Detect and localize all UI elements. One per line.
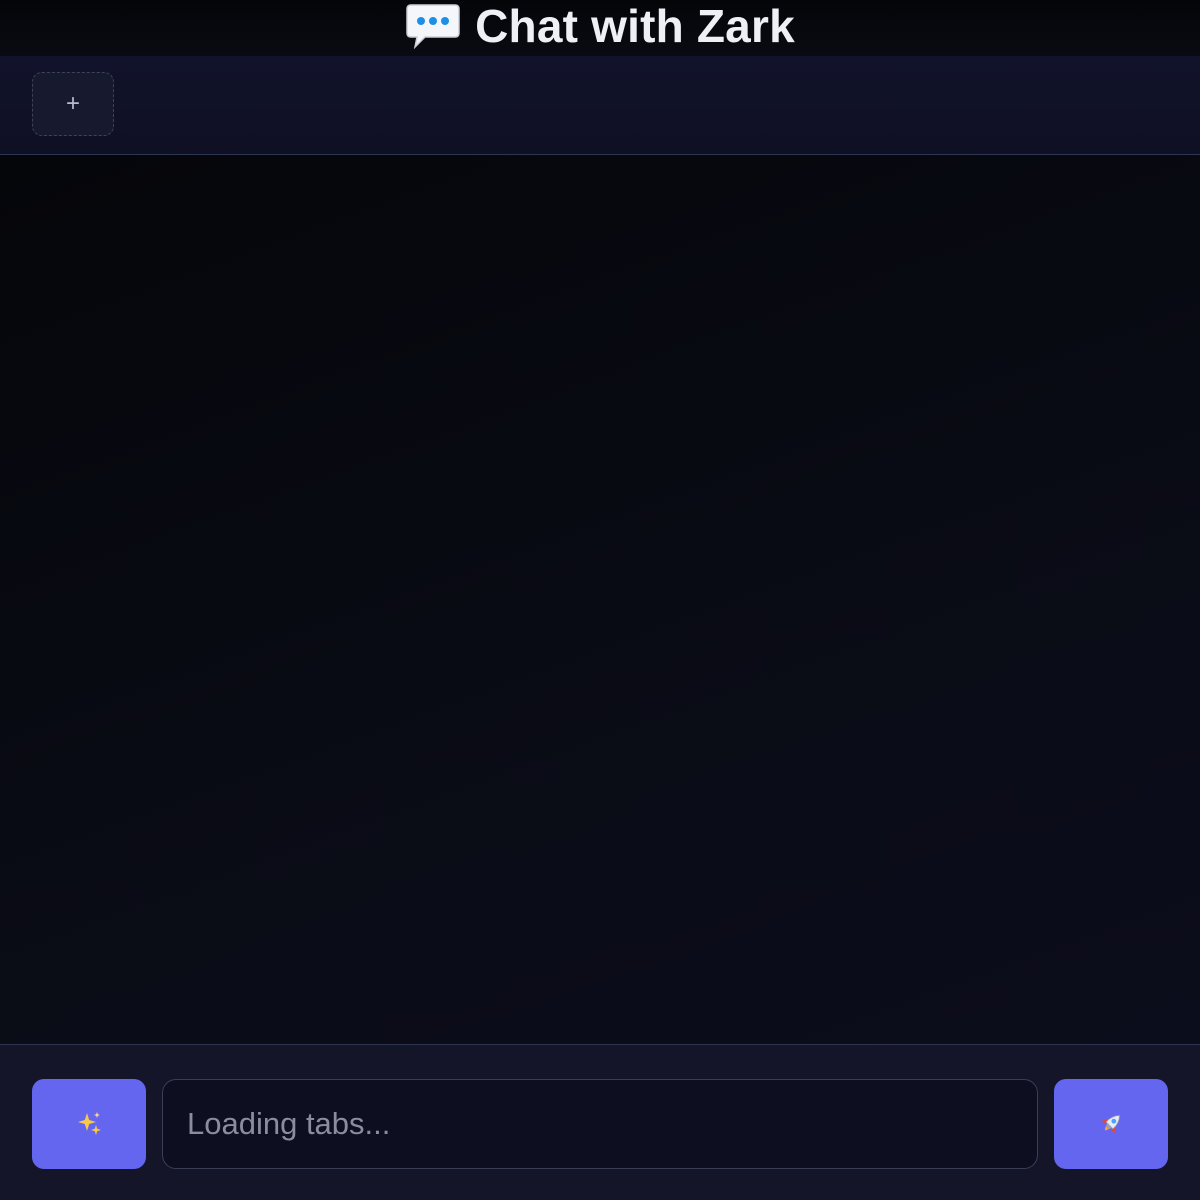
magic-button[interactable] bbox=[32, 1079, 146, 1169]
composer-bar bbox=[0, 1044, 1200, 1200]
add-tab-button[interactable]: + bbox=[32, 72, 114, 136]
sparkles-icon bbox=[75, 1110, 103, 1138]
tab-bar: + bbox=[0, 56, 1200, 155]
rocket-icon bbox=[1097, 1110, 1125, 1138]
message-input[interactable] bbox=[162, 1079, 1038, 1169]
send-button[interactable] bbox=[1054, 1079, 1168, 1169]
title-group: Chat with Zark bbox=[405, 0, 795, 53]
plus-icon: + bbox=[65, 90, 80, 117]
speech-bubble-icon bbox=[405, 3, 461, 49]
chat-app: Chat with Zark + bbox=[0, 0, 1200, 1200]
chat-messages-area bbox=[0, 155, 1200, 1044]
title-bar: Chat with Zark bbox=[0, 0, 1200, 56]
page-title: Chat with Zark bbox=[475, 0, 795, 52]
